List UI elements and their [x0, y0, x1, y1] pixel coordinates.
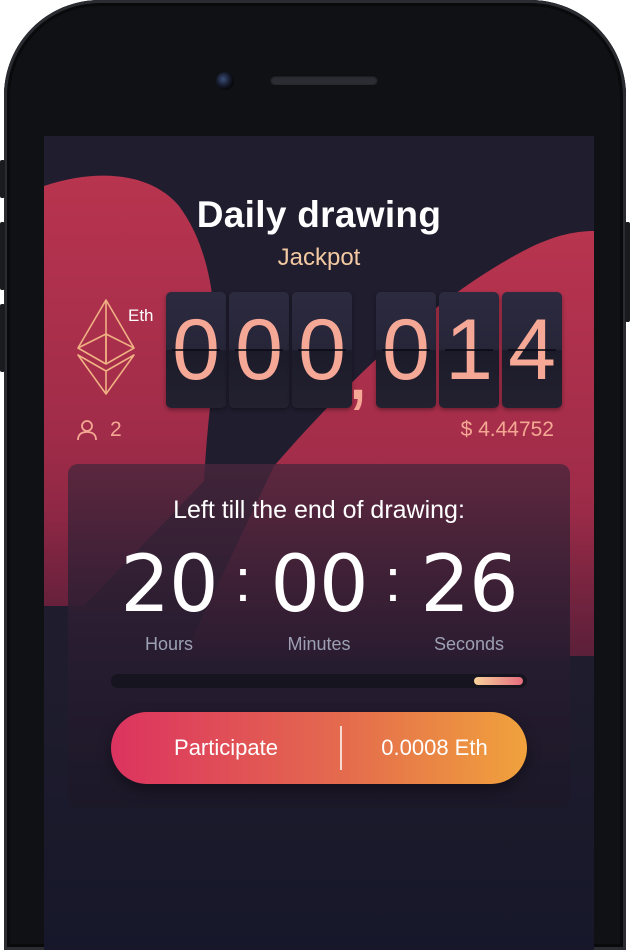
time-progress-bar: [111, 674, 527, 688]
seconds-label: Seconds: [433, 634, 505, 654]
jackpot-digit: 1: [439, 292, 499, 408]
seconds-value: 26: [420, 540, 518, 630]
jackpot-digit: 0: [376, 292, 436, 408]
jackpot-digit: 4: [502, 292, 562, 408]
earpiece-speaker: [270, 75, 378, 85]
jackpot-digit: 0: [229, 292, 289, 408]
minutes-value: 00: [270, 540, 368, 630]
page-title: Daily drawing: [196, 194, 442, 235]
timer-separator: :: [234, 547, 252, 614]
app-screen: Daily drawing Jackpot Eth 0 0 0 , 0 1 4 …: [44, 136, 594, 950]
user-icon: [77, 420, 97, 441]
countdown-title: Left till the end of drawing:: [173, 496, 465, 524]
entry-price: 0.0008 Eth: [381, 735, 488, 760]
jackpot-digit: 0: [292, 292, 352, 408]
phone-power-button: [625, 222, 630, 322]
participants-value: 2: [110, 418, 122, 441]
front-camera: [216, 72, 234, 90]
jackpot-digit: 0: [166, 292, 226, 408]
currency-label: Eth: [128, 306, 154, 325]
usd-value: $ 4.44752: [460, 418, 554, 441]
participate-label: Participate: [174, 735, 278, 760]
time-progress-fill: [474, 677, 523, 685]
phone-silent-switch: [0, 160, 5, 198]
phone-volume-down: [0, 304, 5, 372]
participate-button[interactable]: Participate 0.0008 Eth: [111, 712, 527, 784]
participants-count: 2: [76, 418, 122, 442]
jackpot-separator: ,: [346, 322, 370, 418]
hours-label: Hours: [144, 634, 193, 654]
ethereum-icon: [77, 299, 135, 395]
countdown-card: Left till the end of drawing: 20 : 00 : …: [68, 464, 570, 808]
hours-value: 20: [120, 540, 218, 630]
timer-separator: :: [384, 547, 402, 614]
page-subtitle: Jackpot: [277, 244, 361, 271]
phone-volume-up: [0, 222, 5, 290]
minutes-label: Minutes: [287, 634, 351, 654]
